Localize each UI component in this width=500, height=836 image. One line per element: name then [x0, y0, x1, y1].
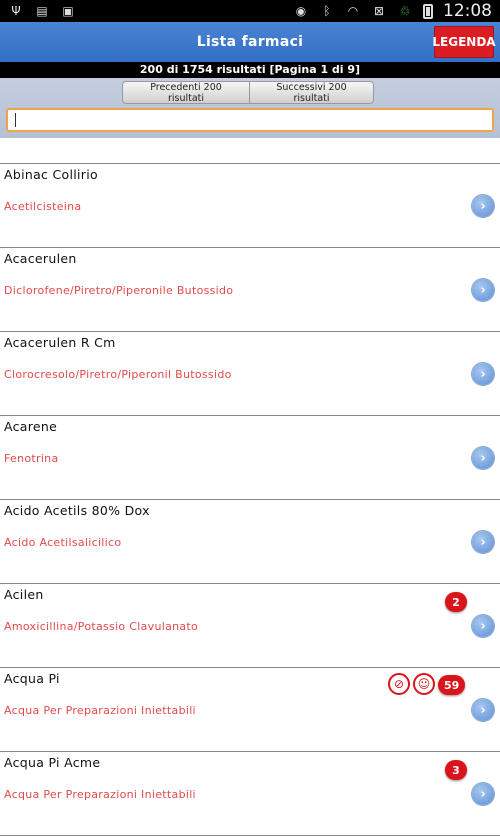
drug-substance: Clorocresolo/Piretro/Piperonil Butossido	[4, 368, 232, 381]
list-item[interactable]: Acilen Amoxicillina/Potassio Clavulanato…	[0, 584, 500, 668]
legend-button[interactable]: LEGENDA	[432, 26, 496, 58]
list-item[interactable]: Acarene Fenotrina ›	[0, 416, 500, 500]
drug-name: Acilen	[4, 587, 44, 602]
drug-name: Acacerulen R Cm	[4, 335, 116, 350]
drug-name: Acarene	[4, 419, 58, 434]
drug-substance: Acetilcisteina	[4, 200, 82, 213]
wifi-icon: ◠	[347, 4, 359, 18]
recycle-icon: ♲	[399, 4, 411, 18]
count-badge: 2	[445, 592, 467, 612]
list-item[interactable]: Acqua Pi Acqua Per Preparazioni Iniettab…	[0, 668, 500, 752]
list-item[interactable]: Abinac Collirio Acetilcisteina ›	[0, 164, 500, 248]
page-title: Lista farmaci	[196, 34, 304, 50]
results-count: 200 di 1754 risultati [Pagina 1 di 9]	[0, 62, 500, 78]
drug-name: Acido Acetils 80% Dox	[4, 503, 150, 518]
drug-substance: Acido Acetilsalicilico	[4, 536, 122, 549]
chevron-right-icon[interactable]: ›	[472, 531, 494, 553]
battery-icon	[423, 3, 433, 19]
clock: 12:08	[443, 1, 492, 21]
nav-area: Precedenti 200 risultati Successivi 200 …	[0, 78, 500, 138]
sd-card-icon: ▤	[36, 4, 48, 18]
count-badge: 3	[445, 760, 467, 780]
chevron-right-icon[interactable]: ›	[472, 279, 494, 301]
chevron-right-icon[interactable]: ›	[472, 699, 494, 721]
app-header: Lista farmaci LEGENDA	[0, 22, 500, 62]
list-item[interactable]: Acacerulen R Cm Clorocresolo/Piretro/Pip…	[0, 332, 500, 416]
drug-substance: Amoxicillina/Potassio Clavulanato	[4, 620, 199, 633]
previous-results-button[interactable]: Precedenti 200 risultati	[122, 81, 250, 104]
no-sim-icon: ⊠	[373, 4, 385, 18]
count-badge: 59	[438, 675, 466, 695]
search-input[interactable]	[6, 108, 494, 132]
chevron-right-icon[interactable]: ›	[472, 195, 494, 217]
drug-name: Acacerulen	[4, 251, 77, 266]
drug-substance: Acqua Per Preparazioni Iniettabili	[4, 704, 196, 717]
text-caret	[15, 113, 16, 127]
chevron-right-icon[interactable]: ›	[472, 615, 494, 637]
eye-icon: ◉	[295, 4, 307, 18]
smiley-icon: ☺	[413, 673, 435, 695]
next-results-button[interactable]: Successivi 200 risultati	[250, 81, 374, 104]
image-icon: ▣	[62, 4, 74, 18]
chevron-right-icon[interactable]: ›	[472, 447, 494, 469]
drug-substance: Diclorofene/Piretro/Piperonile Butossido	[4, 284, 234, 297]
list-item[interactable]: Acqua Pi Acme Acqua Per Preparazioni Ini…	[0, 752, 500, 836]
usb-icon: Ψ	[11, 4, 21, 18]
list-item[interactable]: Acacerulen Diclorofene/Piretro/Piperonil…	[0, 248, 500, 332]
bluetooth-icon: ᛒ	[323, 4, 331, 18]
drug-list: Abinac Collirio Acetilcisteina › Acaceru…	[0, 163, 500, 836]
no-spray-icon: ⊘	[388, 673, 410, 695]
status-bar: Ψ ▤ ▣ ◉ ᛒ ◠ ⊠ ♲ 12:08	[0, 0, 500, 22]
list-item[interactable]: Acido Acetils 80% Dox Acido Acetilsalici…	[0, 500, 500, 584]
drug-substance: Acqua Per Preparazioni Iniettabili	[4, 788, 196, 801]
chevron-right-icon[interactable]: ›	[472, 363, 494, 385]
drug-substance: Fenotrina	[4, 452, 59, 465]
drug-name: Acqua Pi Acme	[4, 755, 101, 770]
chevron-right-icon[interactable]: ›	[472, 783, 494, 805]
drug-name: Acqua Pi	[4, 671, 60, 686]
drug-name: Abinac Collirio	[4, 167, 98, 182]
